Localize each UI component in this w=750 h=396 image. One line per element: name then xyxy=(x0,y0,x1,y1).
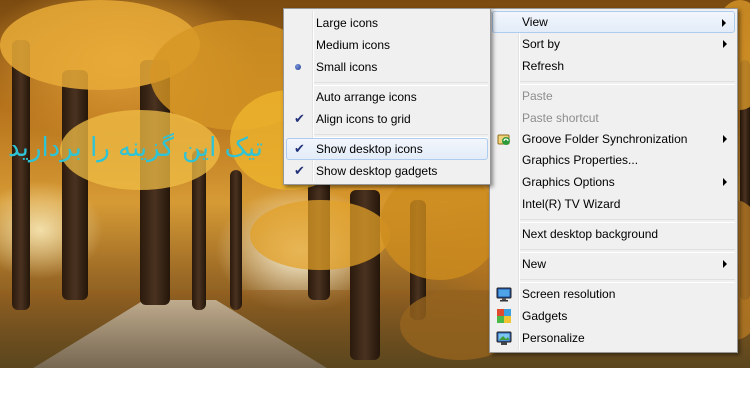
menu-item-paste[interactable]: Paste xyxy=(492,85,735,107)
submenu-arrow-icon xyxy=(722,19,726,27)
radio-bullet-icon xyxy=(295,64,301,70)
menu-item-gadgets[interactable]: Gadgets xyxy=(492,305,735,327)
gadgets-icon xyxy=(497,309,511,323)
tree-trunk xyxy=(230,170,242,310)
menu-item-graphics-options-label: Graphics Options xyxy=(522,175,615,189)
tree-trunk xyxy=(62,70,88,300)
submenu-item-show-desktop-gadgets[interactable]: ✔ Show desktop gadgets xyxy=(286,160,488,182)
menu-item-view-label: View xyxy=(522,15,548,29)
menu-item-refresh-label: Refresh xyxy=(522,59,565,73)
menu-item-graphics-properties-label: Graphics Properties... xyxy=(522,153,639,167)
submenu-item-medium-icons-label: Medium icons xyxy=(316,38,391,52)
submenu-item-align-icons-to-grid-label: Align icons to grid xyxy=(316,112,411,126)
checkmark-icon: ✔ xyxy=(294,111,305,126)
menu-item-intel-tv-wizard[interactable]: Intel(R) TV Wizard xyxy=(492,193,735,215)
menu-item-sort-by-label: Sort by xyxy=(522,37,561,51)
submenu-item-align-icons-to-grid[interactable]: ✔ Align icons to grid xyxy=(286,108,488,130)
submenu-arrow-icon xyxy=(723,260,727,268)
foliage xyxy=(380,170,500,280)
menu-item-paste-label: Paste xyxy=(522,89,553,103)
menu-item-gadgets-label: Gadgets xyxy=(522,309,568,323)
submenu-item-show-desktop-gadgets-label: Show desktop gadgets xyxy=(316,164,438,178)
monitor-icon xyxy=(496,287,512,302)
menu-item-screen-resolution[interactable]: Screen resolution xyxy=(492,283,735,305)
desktop-context-menu: View Sort by Refresh Paste Paste shortcu… xyxy=(489,8,738,353)
foliage xyxy=(250,200,390,270)
checkmark-icon: ✔ xyxy=(294,141,305,156)
view-submenu: Large icons Medium icons Small icons Aut… xyxy=(283,8,491,185)
menu-item-graphics-properties[interactable]: Graphics Properties... xyxy=(492,149,735,171)
checkmark-icon: ✔ xyxy=(294,163,305,178)
persian-annotation-text: تیک این گزینه را بردارید xyxy=(8,133,264,163)
submenu-item-medium-icons[interactable]: Medium icons xyxy=(286,34,488,56)
tree-trunk xyxy=(12,40,30,310)
menu-item-graphics-options[interactable]: Graphics Options xyxy=(492,171,735,193)
menu-item-personalize[interactable]: Personalize xyxy=(492,327,735,349)
groove-sync-icon xyxy=(497,134,510,145)
menu-item-new[interactable]: New xyxy=(492,253,735,275)
menu-item-groove-folder-sync[interactable]: Groove Folder Synchronization xyxy=(492,128,735,150)
submenu-item-show-desktop-icons-label: Show desktop icons xyxy=(316,142,423,156)
submenu-arrow-icon xyxy=(723,40,727,48)
submenu-arrow-icon xyxy=(723,178,727,186)
menu-item-next-desktop-background-label: Next desktop background xyxy=(522,227,659,241)
menu-item-view[interactable]: View xyxy=(492,11,735,33)
menu-item-personalize-label: Personalize xyxy=(522,331,585,345)
personalize-icon xyxy=(496,331,512,345)
submenu-item-auto-arrange-icons-label: Auto arrange icons xyxy=(316,90,417,104)
menu-item-screen-resolution-label: Screen resolution xyxy=(522,287,616,301)
menu-item-new-label: New xyxy=(522,257,547,271)
submenu-arrow-icon xyxy=(723,135,727,143)
submenu-item-show-desktop-icons[interactable]: ✔ Show desktop icons xyxy=(286,138,488,160)
menu-item-sort-by[interactable]: Sort by xyxy=(492,33,735,55)
menu-item-refresh[interactable]: Refresh xyxy=(492,55,735,77)
submenu-item-small-icons[interactable]: Small icons xyxy=(286,56,488,78)
submenu-item-large-icons[interactable]: Large icons xyxy=(286,12,488,34)
menu-item-intel-tv-wizard-label: Intel(R) TV Wizard xyxy=(522,197,621,211)
submenu-item-auto-arrange-icons[interactable]: Auto arrange icons xyxy=(286,86,488,108)
menu-item-next-desktop-background[interactable]: Next desktop background xyxy=(492,223,735,245)
submenu-item-small-icons-label: Small icons xyxy=(316,60,378,74)
menu-item-paste-shortcut[interactable]: Paste shortcut xyxy=(492,107,735,129)
submenu-item-large-icons-label: Large icons xyxy=(316,16,379,30)
menu-item-groove-label: Groove Folder Synchronization xyxy=(522,132,688,146)
menu-item-paste-shortcut-label: Paste shortcut xyxy=(522,111,599,125)
